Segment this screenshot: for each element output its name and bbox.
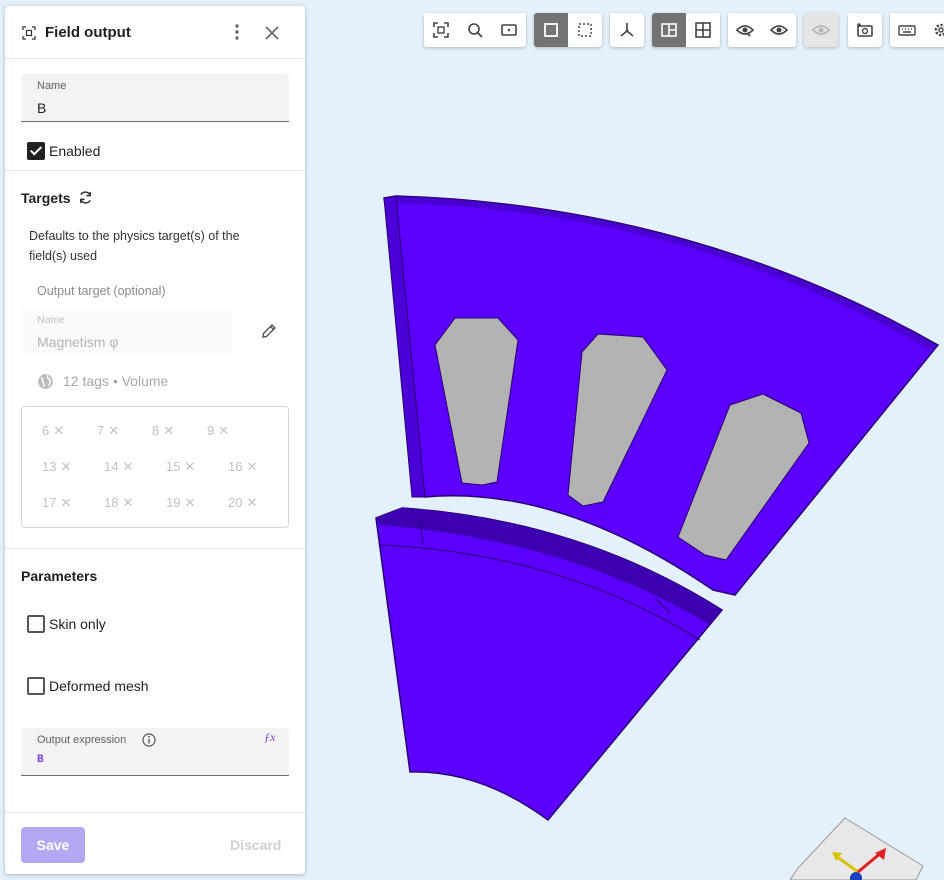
hide-icon bbox=[736, 25, 754, 37]
tag-chip[interactable]: 7 ✕ bbox=[97, 423, 119, 439]
zoom-fit-icon bbox=[468, 23, 483, 38]
view-toolbar-group bbox=[424, 13, 526, 47]
enabled-label: Enabled bbox=[49, 143, 101, 159]
targets-title: Targets bbox=[21, 190, 71, 206]
axes-group bbox=[610, 13, 644, 47]
grid-view-button[interactable] bbox=[686, 13, 720, 47]
keyboard-shortcuts-button[interactable] bbox=[890, 13, 924, 47]
divider bbox=[5, 548, 305, 549]
field-output-panel: Field output Name B Enabled Targets Defa… bbox=[5, 6, 305, 874]
show-all-icon bbox=[812, 25, 830, 35]
misc-group bbox=[890, 13, 944, 47]
screenshot-group bbox=[848, 13, 882, 47]
target-name-value: Magnetism φ bbox=[37, 334, 119, 350]
info-icon[interactable] bbox=[142, 733, 156, 747]
skin-only-checkbox[interactable] bbox=[27, 615, 45, 633]
tag-chip[interactable]: 18 ✕ bbox=[104, 495, 133, 511]
function-editor-icon[interactable]: ƒx bbox=[264, 730, 275, 745]
skin-only-label: Skin only bbox=[49, 616, 106, 632]
globe-icon bbox=[38, 374, 53, 389]
output-expression-label: Output expression bbox=[37, 734, 127, 746]
edit-target-icon[interactable] bbox=[261, 323, 277, 339]
visibility-group bbox=[728, 13, 796, 47]
enabled-checkbox[interactable] bbox=[27, 142, 45, 160]
section-group bbox=[652, 13, 720, 47]
screenshot-icon bbox=[857, 23, 873, 37]
deformed-mesh-checkbox[interactable] bbox=[27, 677, 45, 695]
hide-button[interactable] bbox=[728, 13, 762, 47]
parameters-title: Parameters bbox=[21, 568, 98, 584]
refresh-targets-icon[interactable] bbox=[78, 190, 93, 205]
save-button[interactable]: Save bbox=[21, 827, 85, 863]
keyboard-icon bbox=[898, 25, 916, 36]
frame-button[interactable] bbox=[492, 13, 526, 47]
target-name-label: Name bbox=[37, 314, 66, 326]
wireframe-view-icon bbox=[578, 23, 592, 37]
targets-description: Defaults to the physics target(s) of the… bbox=[29, 229, 240, 263]
show-icon bbox=[770, 25, 788, 35]
screenshot-button[interactable] bbox=[848, 13, 882, 47]
solid-view-icon bbox=[544, 23, 558, 37]
show-button[interactable] bbox=[762, 13, 796, 47]
frame-icon bbox=[501, 24, 517, 36]
name-field-label: Name bbox=[37, 80, 67, 92]
tag-chip[interactable]: 13 ✕ bbox=[42, 459, 71, 475]
more-options-icon[interactable] bbox=[229, 22, 245, 42]
render-mode-group bbox=[534, 13, 602, 47]
divider bbox=[5, 170, 305, 171]
grid-view-icon bbox=[695, 22, 711, 38]
show-all-group bbox=[804, 13, 838, 47]
zoom-fit-button[interactable] bbox=[458, 13, 492, 47]
tag-chip[interactable]: 8 ✕ bbox=[152, 423, 174, 439]
output-expression-field[interactable]: Output expression ƒx B bbox=[21, 728, 289, 776]
tags-summary: 12 tags • Volume bbox=[63, 373, 169, 389]
output-target-label: Output target (optional) bbox=[37, 284, 166, 298]
tag-chip[interactable]: 16 ✕ bbox=[228, 459, 257, 475]
tag-chip[interactable]: 17 ✕ bbox=[42, 495, 71, 511]
show-all-button[interactable] bbox=[804, 13, 838, 47]
tag-chip[interactable]: 14 ✕ bbox=[104, 459, 133, 475]
section-view-icon bbox=[661, 23, 677, 37]
divider bbox=[5, 812, 305, 813]
close-icon[interactable] bbox=[263, 24, 281, 42]
field-output-icon bbox=[22, 26, 36, 40]
name-field[interactable]: Name B bbox=[21, 74, 289, 122]
tag-chip[interactable]: 20 ✕ bbox=[228, 495, 257, 511]
panel-title: Field output bbox=[45, 24, 131, 41]
tag-chip[interactable]: 19 ✕ bbox=[166, 495, 195, 511]
axes-icon bbox=[620, 23, 634, 37]
section-view-button[interactable] bbox=[652, 13, 686, 47]
focus-selection-icon bbox=[433, 22, 449, 38]
target-name-field: Name Magnetism φ bbox=[21, 308, 233, 354]
solid-view-button[interactable] bbox=[534, 13, 568, 47]
wireframe-view-button[interactable] bbox=[568, 13, 602, 47]
target-tags-box: 6 ✕ 7 ✕ 8 ✕ 9 ✕ 13 ✕ 14 ✕ 15 ✕ 16 ✕ 17 ✕ 18 ✕ 19 ✕ … bbox=[21, 406, 289, 528]
axes-button[interactable] bbox=[610, 13, 644, 47]
focus-selection-button[interactable] bbox=[424, 13, 458, 47]
name-field-value: B bbox=[37, 100, 47, 116]
tag-chip[interactable]: 9 ✕ bbox=[207, 423, 229, 439]
panel-header: Field output bbox=[5, 6, 305, 59]
discard-button[interactable]: Discard bbox=[230, 837, 281, 853]
settings-button[interactable] bbox=[924, 13, 944, 47]
settings-icon bbox=[934, 23, 944, 37]
orientation-cube[interactable] bbox=[789, 817, 924, 880]
deformed-mesh-label: Deformed mesh bbox=[49, 678, 149, 694]
tag-chip[interactable]: 6 ✕ bbox=[42, 423, 64, 439]
output-expression-value: B bbox=[37, 754, 44, 766]
tag-chip[interactable]: 15 ✕ bbox=[166, 459, 195, 475]
